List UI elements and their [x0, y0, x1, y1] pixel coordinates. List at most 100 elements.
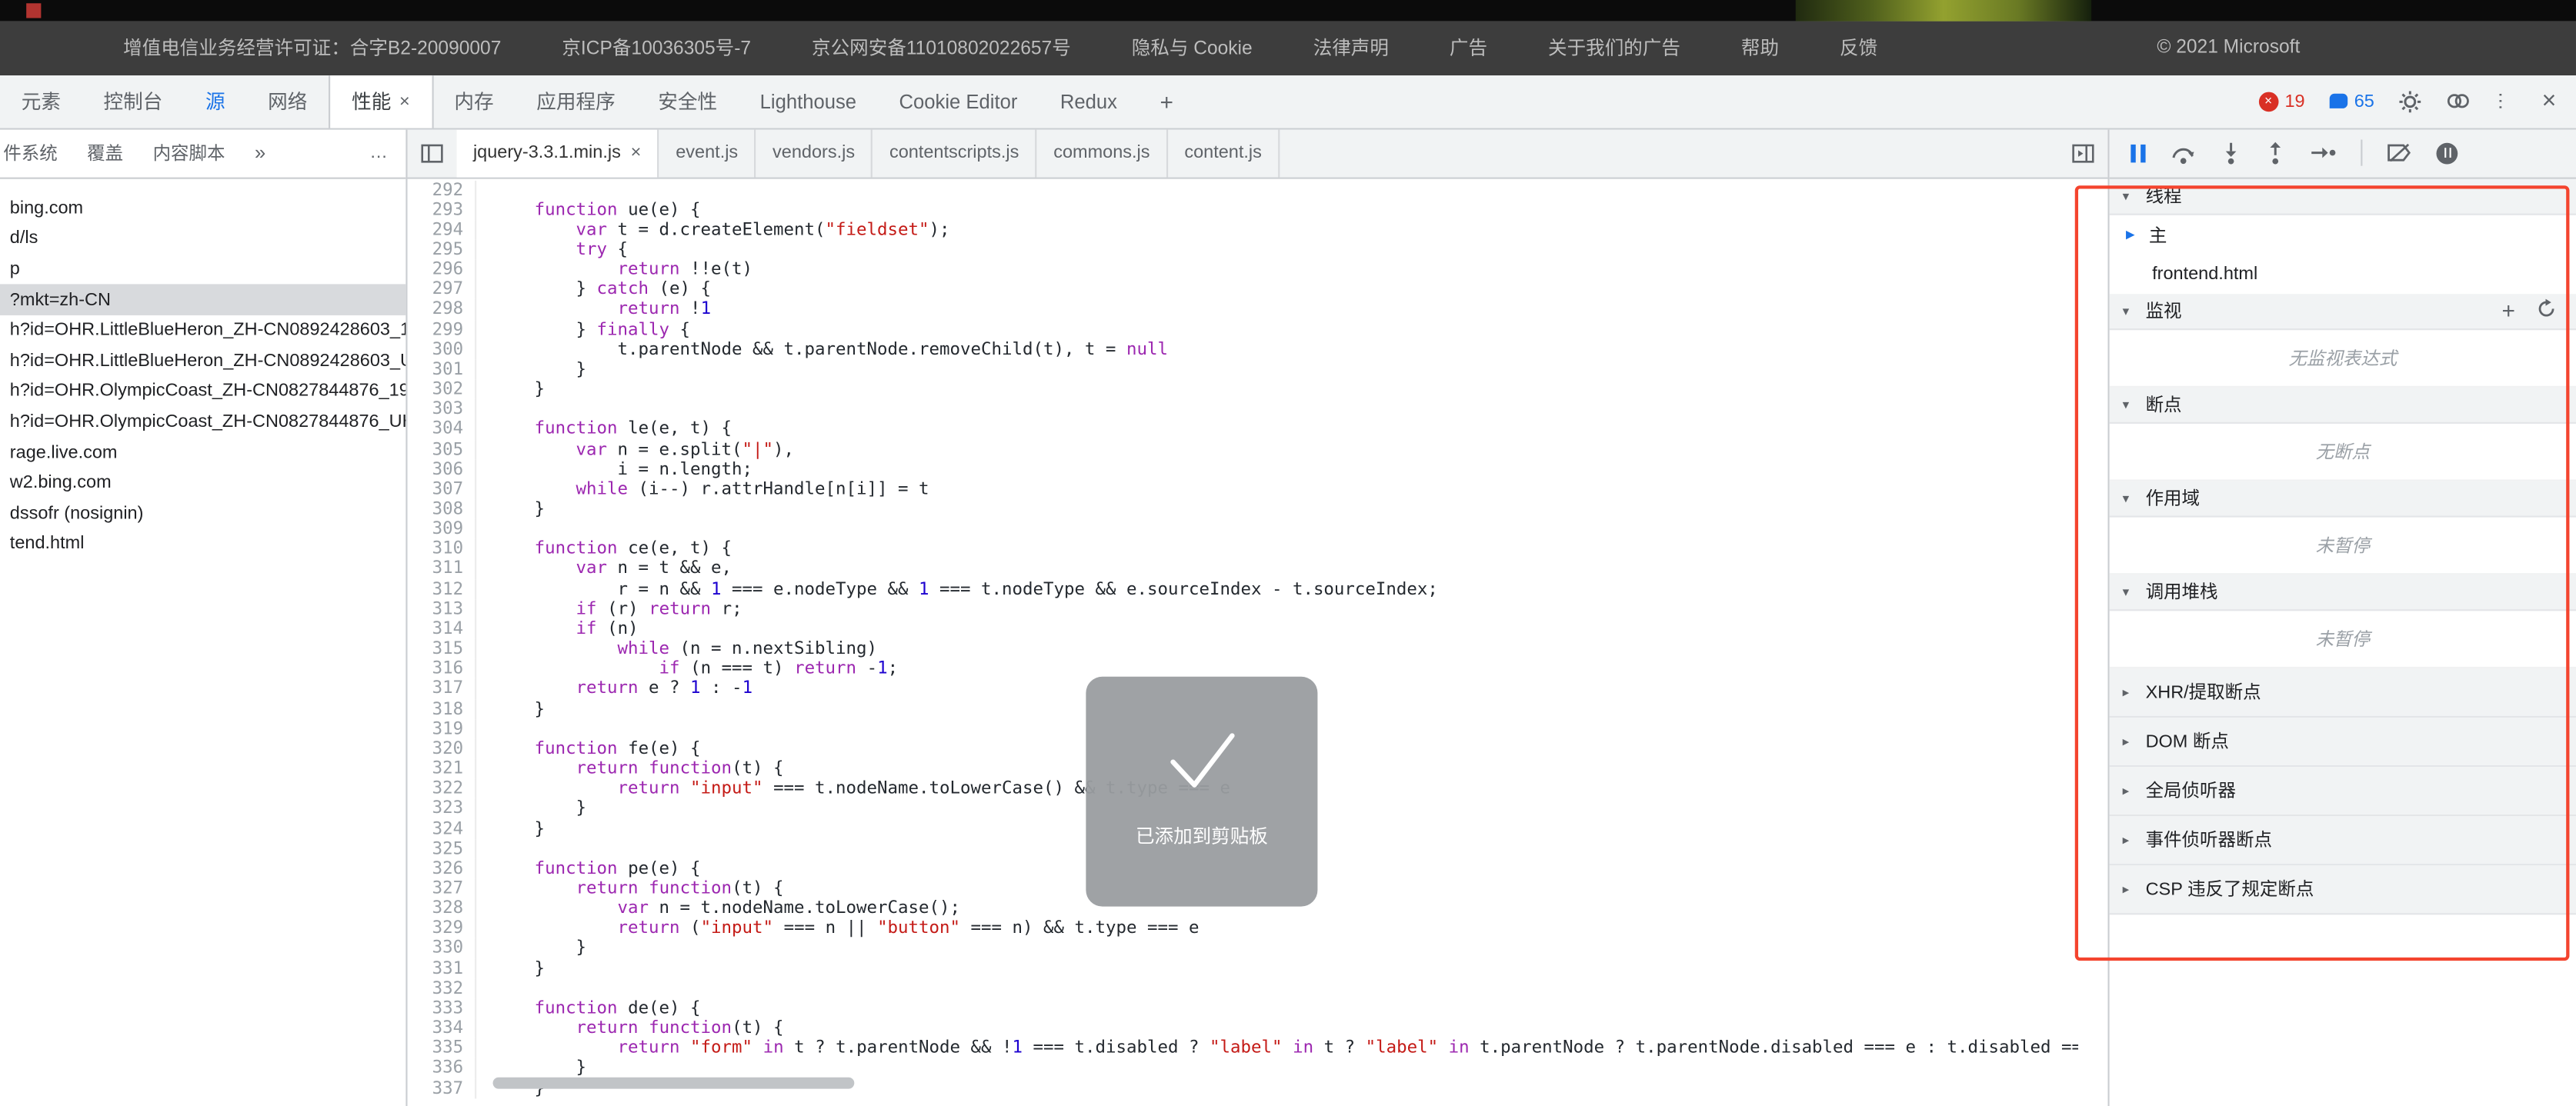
line-number[interactable]: 333 [408, 998, 477, 1018]
line-number[interactable]: 297 [408, 280, 477, 300]
line-number[interactable]: 295 [408, 240, 477, 260]
line-number[interactable]: 313 [408, 599, 477, 619]
step-over-icon[interactable] [2171, 142, 2197, 164]
file-tree-item[interactable]: h?id=OHR.OlympicCoast_ZH-CN0827844876_19 [0, 376, 405, 407]
section-header-global-listeners[interactable]: ▸全局侦听器 [2110, 766, 2576, 815]
line-number[interactable]: 307 [408, 479, 477, 499]
section-header-csp-breakpoints[interactable]: ▸CSP 违反了规定断点 [2110, 864, 2576, 914]
line-number[interactable]: 294 [408, 220, 477, 240]
pause-on-exceptions-icon[interactable] [2437, 142, 2458, 164]
console-error-badge[interactable]: × 19 [2258, 92, 2304, 112]
code-editor[interactable]: 292293 function ue(e) {294 var t = d.cre… [408, 178, 2108, 1106]
line-number[interactable]: 324 [408, 818, 477, 838]
line-number[interactable]: 315 [408, 639, 477, 659]
line-number[interactable]: 330 [408, 938, 477, 958]
navigator-tab-content-scripts[interactable]: 内容脚本 [153, 139, 225, 165]
section-header-call-stack[interactable]: ▾调用堆栈 [2110, 574, 2576, 610]
line-number[interactable]: 318 [408, 699, 477, 719]
line-number[interactable]: 293 [408, 200, 477, 220]
step-into-icon[interactable] [2221, 142, 2241, 165]
line-number[interactable]: 329 [408, 918, 477, 938]
line-number[interactable]: 323 [408, 798, 477, 818]
file-tree-item[interactable]: ?mkt=zh-CN [0, 285, 405, 315]
file-tree-item[interactable]: h?id=OHR.OlympicCoast_ZH-CN0827844876_UH [0, 407, 405, 438]
line-number[interactable]: 308 [408, 499, 477, 519]
line-number[interactable]: 335 [408, 1038, 477, 1058]
section-header-watch[interactable]: ▾监视+ [2110, 293, 2576, 329]
line-number[interactable]: 316 [408, 659, 477, 679]
editor-tab[interactable]: content.js [1168, 129, 1280, 177]
refresh-watch-icon[interactable] [2537, 298, 2557, 323]
close-tab-icon[interactable]: × [399, 92, 410, 112]
main-tab-sources[interactable]: 源 [184, 75, 246, 127]
main-tab-redux[interactable]: Redux [1039, 75, 1139, 127]
add-watch-icon[interactable]: + [2502, 299, 2515, 322]
line-number[interactable]: 304 [408, 419, 477, 439]
deactivate-breakpoints-icon[interactable] [2387, 143, 2411, 163]
editor-tab[interactable]: contentscripts.js [873, 129, 1037, 177]
line-number[interactable]: 312 [408, 579, 477, 599]
file-tree-item[interactable]: d/ls [0, 224, 405, 255]
line-number[interactable]: 334 [408, 1018, 477, 1038]
file-tree-item[interactable]: w2.bing.com [0, 468, 405, 498]
footer-link[interactable]: 隐私与 Cookie [1132, 35, 1253, 61]
line-number[interactable]: 298 [408, 300, 477, 320]
line-number[interactable]: 305 [408, 439, 477, 459]
file-tree-item[interactable]: tend.html [0, 529, 405, 560]
navigator-tab-overrides[interactable]: 覆盖 [87, 139, 123, 165]
file-tree-item[interactable]: h?id=OHR.LittleBlueHeron_ZH-CN0892428603… [0, 345, 405, 376]
line-number[interactable]: 299 [408, 319, 477, 339]
main-tab-network[interactable]: 网络 [246, 75, 329, 127]
horizontal-scrollbar[interactable] [493, 1077, 855, 1088]
main-tab-performance[interactable]: 性能× [329, 75, 432, 127]
footer-link[interactable]: 京ICP备10036305号-7 [562, 35, 751, 61]
main-tab-console[interactable]: 控制台 [82, 75, 184, 127]
footer-link[interactable]: 增值电信业务经营许可证：合字B2-20090007 [123, 35, 501, 61]
extension-icon[interactable] [2447, 92, 2471, 110]
section-header-scope[interactable]: ▾作用域 [2110, 481, 2576, 517]
line-number[interactable]: 325 [408, 838, 477, 858]
line-number[interactable]: 311 [408, 559, 477, 579]
line-number[interactable]: 317 [408, 679, 477, 699]
line-number[interactable]: 321 [408, 759, 477, 779]
footer-link[interactable]: 法律声明 [1313, 35, 1389, 61]
line-number[interactable]: 292 [408, 180, 477, 200]
footer-link[interactable]: 反馈 [1840, 35, 1877, 61]
editor-tab[interactable]: vendors.js [756, 129, 873, 177]
step-icon[interactable] [2310, 143, 2336, 163]
line-number[interactable]: 319 [408, 719, 477, 739]
close-tab-icon[interactable]: × [631, 143, 642, 163]
line-number[interactable]: 303 [408, 399, 477, 419]
editor-tab[interactable]: commons.js [1037, 129, 1168, 177]
line-number[interactable]: 310 [408, 539, 477, 559]
step-out-icon[interactable] [2265, 142, 2285, 165]
navigator-menu-icon[interactable]: … [369, 143, 389, 163]
section-header-event-listener-breakpoints[interactable]: ▸事件侦听器断点 [2110, 815, 2576, 864]
issues-badge[interactable]: 65 [2330, 92, 2374, 112]
line-number[interactable]: 309 [408, 519, 477, 539]
line-number[interactable]: 327 [408, 878, 477, 898]
footer-link[interactable]: 京公网安备11010802022657号 [812, 35, 1071, 61]
section-header-breakpoints[interactable]: ▾断点 [2110, 387, 2576, 423]
main-tab-application[interactable]: 应用程序 [515, 75, 636, 127]
main-tab-cookie-editor[interactable]: Cookie Editor [878, 75, 1039, 127]
file-tree-item[interactable]: rage.live.com [0, 437, 405, 468]
line-number[interactable]: 328 [408, 898, 477, 918]
line-number[interactable]: 301 [408, 359, 477, 379]
pause-script-icon[interactable] [2131, 144, 2145, 162]
thread-item[interactable]: frontend.html [2110, 254, 2576, 293]
navigator-tab-filesystem[interactable]: 件系统 [3, 139, 57, 165]
line-number[interactable]: 331 [408, 958, 477, 978]
thread-item[interactable]: ▶主 [2110, 215, 2576, 254]
line-number[interactable]: 336 [408, 1058, 477, 1078]
main-tab-memory[interactable]: 内存 [433, 75, 516, 127]
section-header-threads[interactable]: ▾线程 [2110, 178, 2576, 215]
more-options-icon[interactable]: … [2495, 90, 2518, 112]
line-number[interactable]: 300 [408, 339, 477, 359]
line-number[interactable]: 326 [408, 858, 477, 878]
devtools-close-icon[interactable]: × [2542, 87, 2557, 115]
line-number[interactable]: 337 [408, 1078, 477, 1098]
main-tab-add-panel[interactable]: + [1139, 75, 1195, 127]
line-number[interactable]: 306 [408, 459, 477, 479]
main-tab-lighthouse[interactable]: Lighthouse [739, 75, 878, 127]
